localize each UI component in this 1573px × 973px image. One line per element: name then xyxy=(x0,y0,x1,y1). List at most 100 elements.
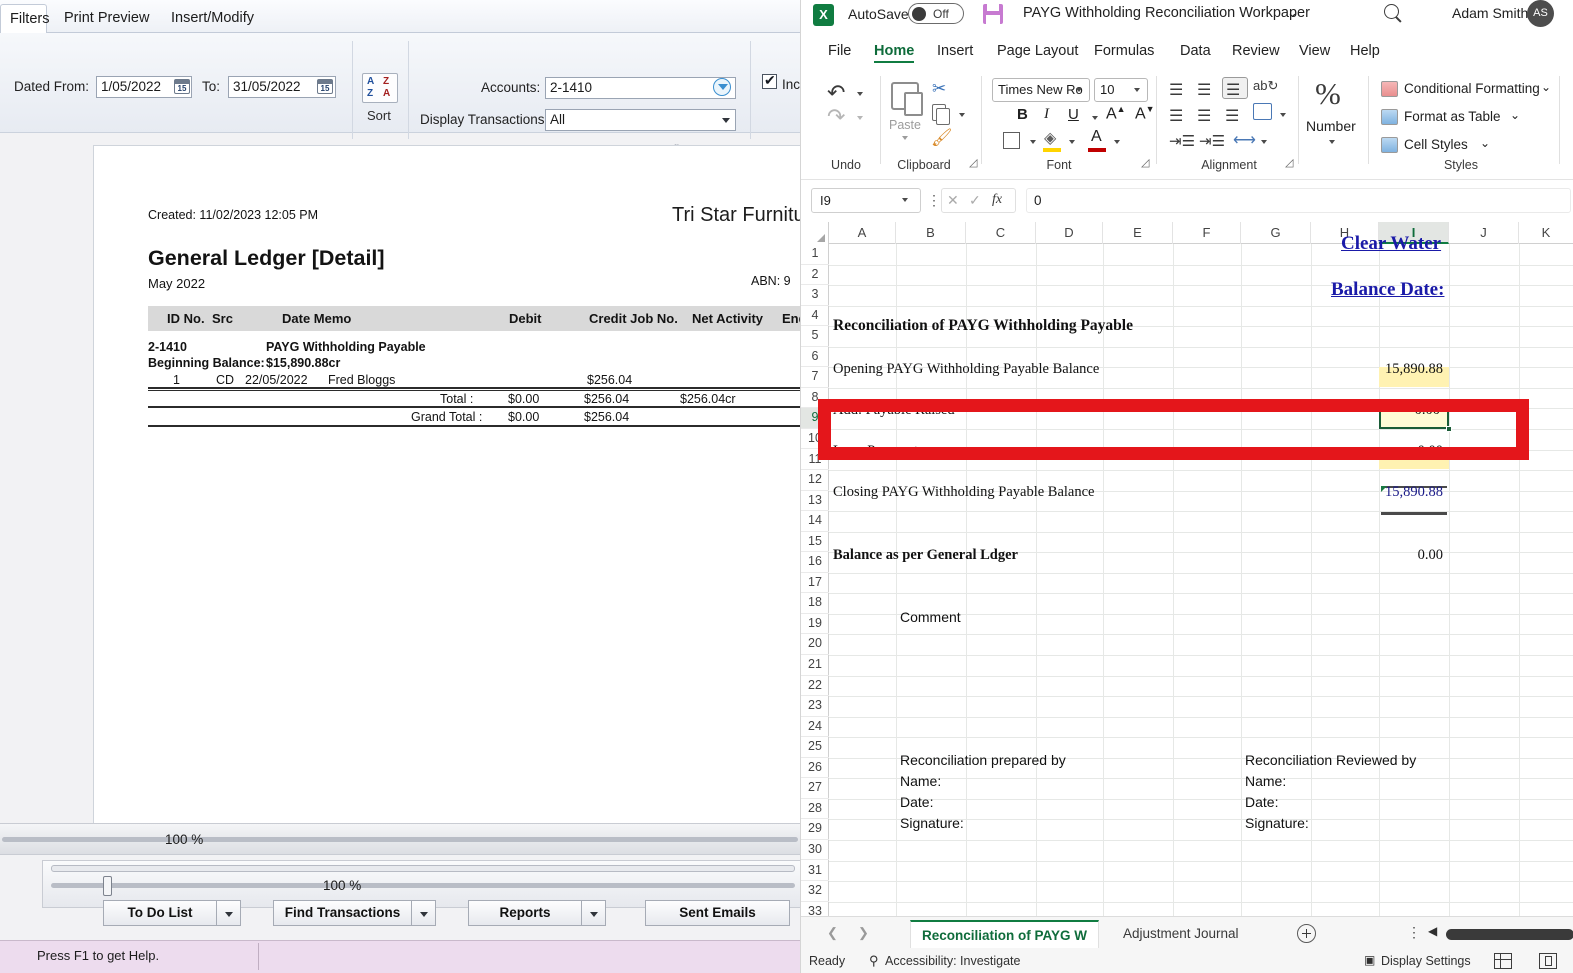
sheet-tab-adjustment-journal[interactable]: Adjustment Journal xyxy=(1112,920,1250,948)
row-header-22[interactable]: 22 xyxy=(801,676,829,697)
align-middle-icon[interactable]: ☰ xyxy=(1197,80,1211,100)
row-header-17[interactable]: 17 xyxy=(801,573,829,594)
italic-button[interactable]: I xyxy=(1044,106,1049,123)
select-all-corner[interactable] xyxy=(801,222,829,244)
search-icon[interactable] xyxy=(1384,4,1399,19)
find-transactions-button[interactable]: Find Transactions xyxy=(273,900,412,926)
orientation-icon[interactable]: ⟷ xyxy=(1233,130,1256,150)
align-left-icon[interactable]: ☰ xyxy=(1169,106,1183,126)
decrease-font-size-icon[interactable]: A▼ xyxy=(1135,104,1155,123)
merge-dropdown-icon[interactable] xyxy=(1280,113,1286,117)
undo-dropdown-icon[interactable] xyxy=(857,92,863,96)
accessibility-icon[interactable]: ⚲ xyxy=(869,953,879,969)
font-color-icon[interactable]: A xyxy=(1091,128,1102,146)
sheet-overflow-icon[interactable]: ⋮ xyxy=(1407,924,1421,941)
row-header-7[interactable]: 7 xyxy=(801,367,829,388)
cancel-edit-icon[interactable]: ✕ xyxy=(947,192,959,209)
row-header-29[interactable]: 29 xyxy=(801,819,829,840)
underline-dropdown-icon[interactable] xyxy=(1092,116,1098,120)
fill-color-dropdown-icon[interactable] xyxy=(1069,140,1075,144)
increase-font-size-icon[interactable]: A▲ xyxy=(1106,104,1126,123)
reports-dropdown[interactable] xyxy=(582,900,606,926)
reports-button[interactable]: Reports xyxy=(468,900,582,926)
horizontal-scrollbar-thumb[interactable] xyxy=(1446,929,1573,940)
document-title[interactable]: PAYG Withholding Reconciliation Workpape… xyxy=(1023,5,1310,21)
row-header-26[interactable]: 26 xyxy=(801,758,829,779)
myob-zoom-track-top[interactable] xyxy=(2,837,798,842)
include-checkbox[interactable] xyxy=(762,72,777,89)
row-header-2[interactable]: 2 xyxy=(801,265,829,286)
column-header-C[interactable]: C xyxy=(966,222,1036,244)
row-header-15[interactable]: 15 xyxy=(801,532,829,553)
accounts-dropdown-icon[interactable] xyxy=(713,78,731,96)
calendar-icon-to[interactable]: 15 xyxy=(317,79,333,94)
find-transactions-dropdown[interactable] xyxy=(412,900,436,926)
format-as-table-chevron-icon[interactable]: ⌄ xyxy=(1510,108,1520,122)
undo-icon[interactable]: ↶ xyxy=(827,80,845,106)
column-header-B[interactable]: B xyxy=(896,222,966,244)
row-header-21[interactable]: 21 xyxy=(801,655,829,676)
row-header-6[interactable]: 6 xyxy=(801,347,829,368)
sent-emails-button[interactable]: Sent Emails xyxy=(645,900,790,926)
page-layout-view-icon[interactable] xyxy=(1539,953,1557,969)
row-header-23[interactable]: 23 xyxy=(801,696,829,717)
column-header-F[interactable]: F xyxy=(1173,222,1241,244)
myob-tab-insert-modify[interactable]: Insert/Modify xyxy=(162,5,263,33)
autosave-toggle[interactable]: Off xyxy=(908,3,964,24)
orientation-dropdown-icon[interactable] xyxy=(1261,140,1267,144)
column-header-D[interactable]: D xyxy=(1036,222,1103,244)
confirm-edit-icon[interactable]: ✓ xyxy=(969,192,981,209)
cell-styles-button[interactable]: Cell Styles xyxy=(1404,137,1468,152)
column-header-E[interactable]: E xyxy=(1103,222,1173,244)
font-color-dropdown-icon[interactable] xyxy=(1114,140,1120,144)
row-header-16[interactable]: 16 xyxy=(801,552,829,573)
tab-review[interactable]: Review xyxy=(1229,43,1283,59)
document-title-chevron-icon[interactable]: ⌄ xyxy=(1287,5,1298,21)
row-header-25[interactable]: 25 xyxy=(801,737,829,758)
row-header-14[interactable]: 14 xyxy=(801,511,829,532)
format-as-table-button[interactable]: Format as Table xyxy=(1404,109,1501,124)
myob-tab-print-preview[interactable]: Print Preview xyxy=(55,5,158,33)
display-settings-label[interactable]: Display Settings xyxy=(1381,954,1471,968)
myob-zoom-track-bottom[interactable] xyxy=(51,883,795,888)
name-box-chevron-icon[interactable] xyxy=(902,198,908,202)
tab-insert[interactable]: Insert xyxy=(934,43,976,59)
avatar[interactable]: AS xyxy=(1527,0,1554,27)
myob-zoom-thumb[interactable] xyxy=(103,876,112,896)
row-header-31[interactable]: 31 xyxy=(801,861,829,882)
cell-styles-icon[interactable] xyxy=(1381,137,1398,153)
merge-center-icon[interactable] xyxy=(1253,103,1272,120)
row-header-27[interactable]: 27 xyxy=(801,778,829,799)
display-transactions-select[interactable]: All xyxy=(545,109,736,131)
formula-bar-more-icon[interactable]: ⋮ xyxy=(927,192,941,209)
row-header-20[interactable]: 20 xyxy=(801,634,829,655)
row-header-18[interactable]: 18 xyxy=(801,593,829,614)
myob-hscroll-track[interactable] xyxy=(51,865,795,872)
tab-data[interactable]: Data xyxy=(1177,43,1214,59)
decrease-indent-icon[interactable]: ⇥☰ xyxy=(1169,132,1195,150)
row-header-28[interactable]: 28 xyxy=(801,799,829,820)
underline-button[interactable]: U xyxy=(1068,106,1079,123)
wrap-text-icon[interactable]: ab↻ xyxy=(1253,78,1278,94)
borders-dropdown-icon[interactable] xyxy=(1030,140,1036,144)
tab-page-layout[interactable]: Page Layout xyxy=(994,43,1081,59)
alignment-dialog-launcher[interactable]: ◿ xyxy=(1285,156,1293,169)
tab-home[interactable]: Home xyxy=(871,43,917,64)
display-settings-icon[interactable]: ▣ xyxy=(1364,953,1375,967)
row-header-32[interactable]: 32 xyxy=(801,881,829,902)
tab-formulas[interactable]: Formulas xyxy=(1091,43,1157,59)
number-format-percent-icon[interactable]: % xyxy=(1315,76,1341,112)
row-header-12[interactable]: 12 xyxy=(801,470,829,491)
previous-sheet-icon[interactable]: ❮ xyxy=(827,925,838,941)
status-accessibility-label[interactable]: Accessibility: Investigate xyxy=(885,954,1020,968)
save-icon[interactable] xyxy=(983,4,1003,24)
font-size-chevron-icon[interactable] xyxy=(1134,88,1140,92)
column-header-G[interactable]: G xyxy=(1241,222,1311,244)
column-header-K[interactable]: K xyxy=(1519,222,1573,244)
formula-bar-input[interactable]: 0 xyxy=(1026,188,1571,213)
increase-indent-icon[interactable]: ⇥☰ xyxy=(1199,132,1225,150)
conditional-formatting-button[interactable]: Conditional Formatting xyxy=(1404,81,1540,96)
cut-icon[interactable]: ✂ xyxy=(932,79,946,99)
tab-help[interactable]: Help xyxy=(1347,43,1383,59)
format-painter-icon[interactable]: 🖌 xyxy=(931,128,953,148)
